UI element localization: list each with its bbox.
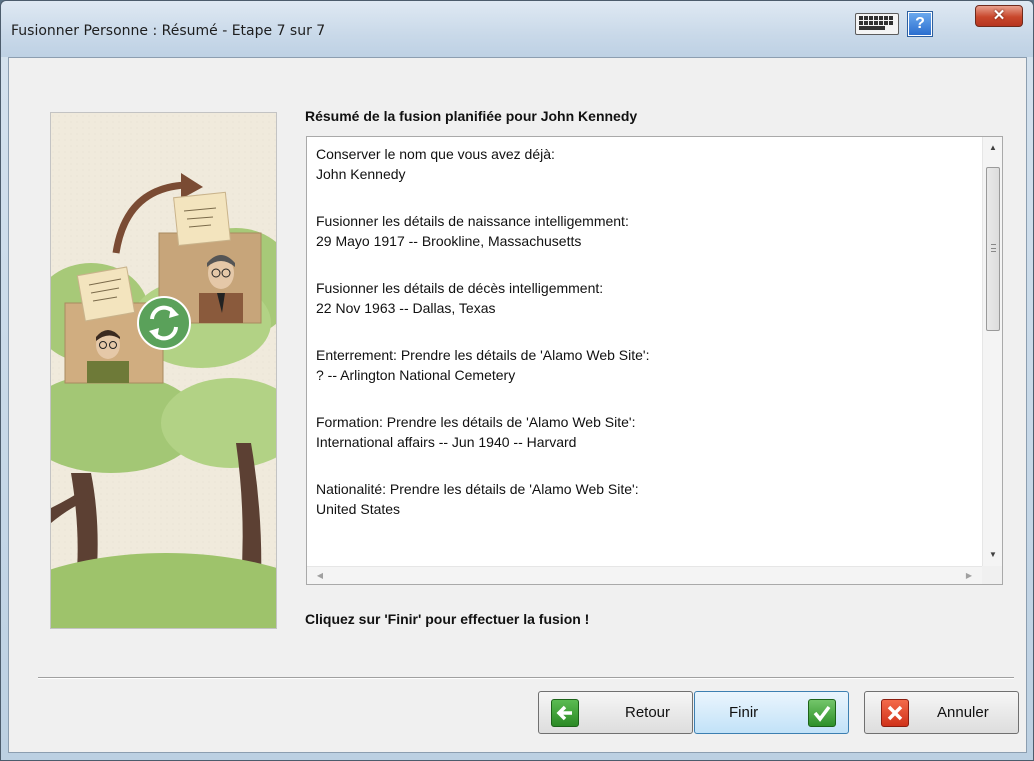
keyboard-icon[interactable]: [855, 13, 899, 35]
list-item: Fusionner les détails de décès intellige…: [316, 278, 976, 318]
list-item-value: 22 Nov 1963 -- Dallas, Texas: [316, 300, 496, 316]
list-item-action: Conserver le nom que vous avez déjà:: [316, 146, 555, 162]
list-item: Formation: Prendre les détails de 'Alamo…: [316, 412, 976, 452]
scroll-right-icon[interactable]: ▶: [960, 567, 978, 585]
back-button[interactable]: Retour: [538, 691, 693, 734]
finish-instruction: Cliquez sur 'Finir' pour effectuer la fu…: [305, 611, 590, 627]
list-item-action: Nationalité: Prendre les détails de 'Ala…: [316, 481, 639, 497]
list-item-value: 29 Mayo 1917 -- Brookline, Massachusetts: [316, 233, 582, 249]
back-button-label: Retour: [625, 704, 671, 721]
dialog-content: Résumé de la fusion planifiée pour John …: [8, 57, 1027, 753]
finish-button-label: Finir: [729, 704, 759, 721]
vertical-scrollbar[interactable]: ▲ ▼: [982, 137, 1002, 566]
merge-illustration: [50, 112, 277, 629]
finish-button[interactable]: Finir: [694, 691, 849, 734]
list-item-value: John Kennedy: [316, 166, 406, 182]
help-icon: ?: [915, 15, 925, 32]
scroll-up-icon[interactable]: ▲: [983, 139, 1003, 157]
scroll-left-icon[interactable]: ◀: [311, 567, 329, 585]
list-item: Conserver le nom que vous avez déjà: Joh…: [316, 144, 976, 184]
title-bar: Fusionner Personne : Résumé - Etape 7 su…: [1, 1, 1033, 57]
close-icon: ✕: [992, 7, 1006, 24]
help-button[interactable]: ?: [907, 11, 933, 37]
list-item: Nationalité: Prendre les détails de 'Ala…: [316, 479, 976, 519]
list-item-action: Fusionner les détails de décès intellige…: [316, 280, 604, 296]
summary-heading: Résumé de la fusion planifiée pour John …: [305, 108, 638, 124]
merge-person-dialog: Fusionner Personne : Résumé - Etape 7 su…: [0, 0, 1034, 761]
scroll-down-icon[interactable]: ▼: [983, 546, 1003, 564]
list-item: Enterrement: Prendre les détails de 'Ala…: [316, 345, 976, 385]
scroll-grip-icon: [991, 244, 996, 252]
window-title: Fusionner Personne : Résumé - Etape 7 su…: [11, 23, 326, 39]
list-item-action: Formation: Prendre les détails de 'Alamo…: [316, 414, 636, 430]
merge-summary-list[interactable]: Conserver le nom que vous avez déjà: Joh…: [306, 136, 1003, 585]
scrollbar-corner: [982, 566, 1002, 584]
list-item-action: Fusionner les détails de naissance intel…: [316, 213, 629, 229]
close-x-icon: [881, 699, 909, 727]
horizontal-scrollbar[interactable]: ◀ ▶: [307, 566, 982, 584]
list-item: Fusionner les détails de naissance intel…: [316, 211, 976, 251]
arrow-left-icon: [551, 699, 579, 727]
list-item-value: International affairs -- Jun 1940 -- Har…: [316, 434, 577, 450]
list-item-value: ? -- Arlington National Cemetery: [316, 367, 516, 383]
list-item-action: Enterrement: Prendre les détails de 'Ala…: [316, 347, 650, 363]
vertical-scroll-thumb[interactable]: [986, 167, 1000, 331]
cancel-button-label: Annuler: [937, 704, 989, 721]
merge-summary-content: Conserver le nom que vous avez déjà: Joh…: [316, 144, 976, 546]
merge-illustration-art: [51, 113, 276, 628]
cancel-button[interactable]: Annuler: [864, 691, 1019, 734]
list-item-value: United States: [316, 501, 401, 517]
close-button[interactable]: ✕: [975, 5, 1023, 27]
checkmark-icon: [808, 699, 836, 727]
separator: [38, 677, 1014, 679]
